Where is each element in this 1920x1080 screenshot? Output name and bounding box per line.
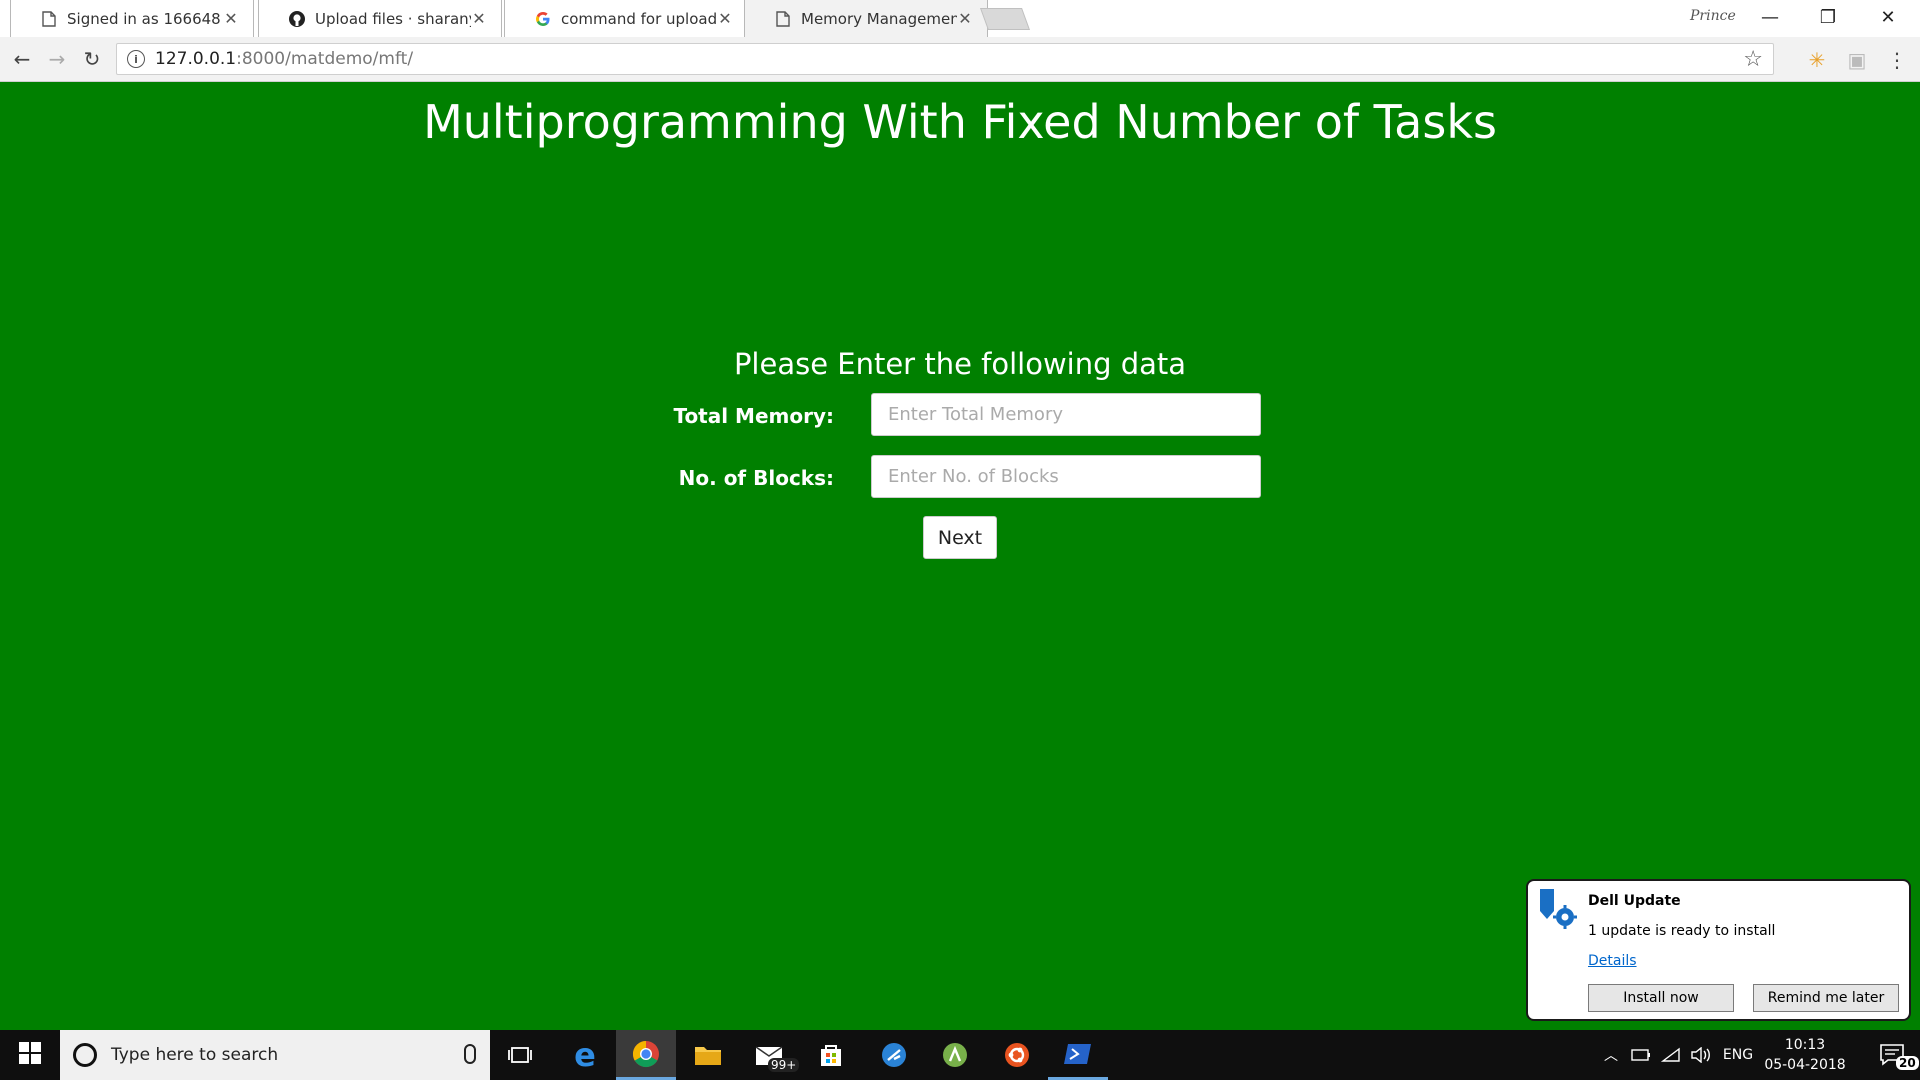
new-tab-button[interactable] [979, 8, 1031, 30]
chrome-icon[interactable] [616, 1030, 676, 1080]
mail-icon[interactable]: 99+ [740, 1030, 800, 1080]
reload-icon[interactable]: ↻ [78, 45, 106, 73]
search-placeholder: Type here to search [111, 1045, 279, 1065]
url-path: :8000/matdemo/mft/ [236, 49, 414, 69]
install-now-button[interactable]: Install now [1588, 984, 1734, 1012]
bookmark-star-icon[interactable]: ☆ [1743, 47, 1763, 72]
tab-signed-in[interactable]: Signed in as 166648 ✕ [10, 0, 254, 37]
toast-title: Dell Update [1588, 893, 1681, 909]
restore-icon[interactable]: ❐ [1808, 4, 1848, 32]
page-icon [41, 10, 57, 27]
tab-upload-files[interactable]: Upload files · sharanyaka ✕ [258, 0, 502, 37]
details-link[interactable]: Details [1588, 953, 1637, 969]
address-bar[interactable]: i 127.0.0.1:8000/matdemo/mft/ ☆ [116, 43, 1774, 75]
chevron-up-icon[interactable]: ︿ [1598, 1030, 1624, 1080]
page-title: Multiprogramming With Fixed Number of Ta… [423, 95, 1497, 149]
task-view-icon[interactable] [490, 1030, 550, 1080]
volume-icon[interactable] [1688, 1030, 1714, 1080]
google-icon [535, 11, 551, 27]
tab-memory-management[interactable]: Memory Management ✕ [744, 0, 988, 37]
blocks-label: No. of Blocks: [678, 466, 834, 490]
tab-title: command for uploading [561, 9, 717, 28]
windows-icon [19, 1042, 41, 1068]
action-center-icon[interactable]: 20 [1866, 1030, 1920, 1080]
notification-badge: 20 [1896, 1056, 1919, 1070]
back-icon[interactable]: ← [8, 45, 36, 73]
cortana-icon [73, 1043, 97, 1067]
browser-toolbar: ← → ↻ i 127.0.0.1:8000/matdemo/mft/ ☆ ✳ … [0, 37, 1920, 82]
close-icon[interactable]: ✕ [717, 9, 733, 28]
extension-icon[interactable]: ▣ [1844, 47, 1870, 73]
remind-later-button[interactable]: Remind me later [1753, 984, 1899, 1012]
file-explorer-icon[interactable] [678, 1030, 738, 1080]
language-indicator[interactable]: ENG [1720, 1030, 1756, 1080]
edge-icon[interactable]: e [555, 1030, 615, 1080]
github-icon [289, 10, 305, 27]
vscode-icon[interactable] [864, 1030, 924, 1080]
powershell-icon[interactable] [1048, 1030, 1108, 1080]
wifi-icon[interactable] [1658, 1030, 1684, 1080]
start-button[interactable] [0, 1030, 60, 1080]
taskbar-search[interactable]: Type here to search [60, 1030, 490, 1080]
form-subtitle: Please Enter the following data [733, 347, 1187, 381]
dell-update-notification: Dell Update 1 update is ready to install… [1526, 879, 1911, 1021]
toast-message: 1 update is ready to install [1588, 923, 1776, 939]
browser-titlebar: Signed in as 166648 ✕ Upload files · sha… [0, 0, 1920, 37]
close-window-icon[interactable]: ✕ [1868, 4, 1908, 32]
total-memory-input[interactable] [871, 393, 1261, 436]
mail-badge: 99+ [768, 1058, 800, 1072]
blocks-input[interactable] [871, 455, 1261, 498]
next-button[interactable]: Next [923, 516, 997, 559]
profile-name[interactable]: Prince [1690, 8, 1736, 24]
page-icon [775, 10, 791, 27]
url-host: 127.0.0.1 [155, 49, 237, 69]
ubuntu-icon[interactable] [987, 1030, 1047, 1080]
tab-title: Upload files · sharanyaka [315, 9, 471, 28]
battery-icon[interactable] [1628, 1030, 1654, 1080]
tab-title: Memory Management [801, 9, 957, 28]
clock[interactable]: 10:13 05-04-2018 [1760, 1035, 1850, 1075]
total-memory-label: Total Memory: [673, 404, 834, 428]
android-studio-icon[interactable] [925, 1030, 985, 1080]
close-icon[interactable]: ✕ [223, 9, 239, 28]
forward-icon[interactable]: → [43, 45, 71, 73]
dell-update-icon [1536, 887, 1578, 929]
minimize-icon[interactable]: — [1750, 4, 1790, 32]
menu-icon[interactable]: ⋮ [1884, 47, 1910, 73]
tab-command-uploading[interactable]: command for uploading ✕ [504, 0, 748, 37]
clock-time: 10:13 [1784, 1037, 1826, 1053]
tab-title: Signed in as 166648 [67, 9, 221, 28]
info-icon[interactable]: i [127, 50, 145, 68]
microphone-icon[interactable] [464, 1044, 476, 1064]
close-icon[interactable]: ✕ [957, 9, 973, 28]
store-icon[interactable] [801, 1030, 861, 1080]
extension-icon[interactable]: ✳ [1804, 47, 1830, 73]
clock-date: 05-04-2018 [1764, 1057, 1846, 1073]
close-icon[interactable]: ✕ [471, 9, 487, 28]
taskbar: Type here to search e 99+ ︿ ENG 10:13 05… [0, 1030, 1920, 1080]
